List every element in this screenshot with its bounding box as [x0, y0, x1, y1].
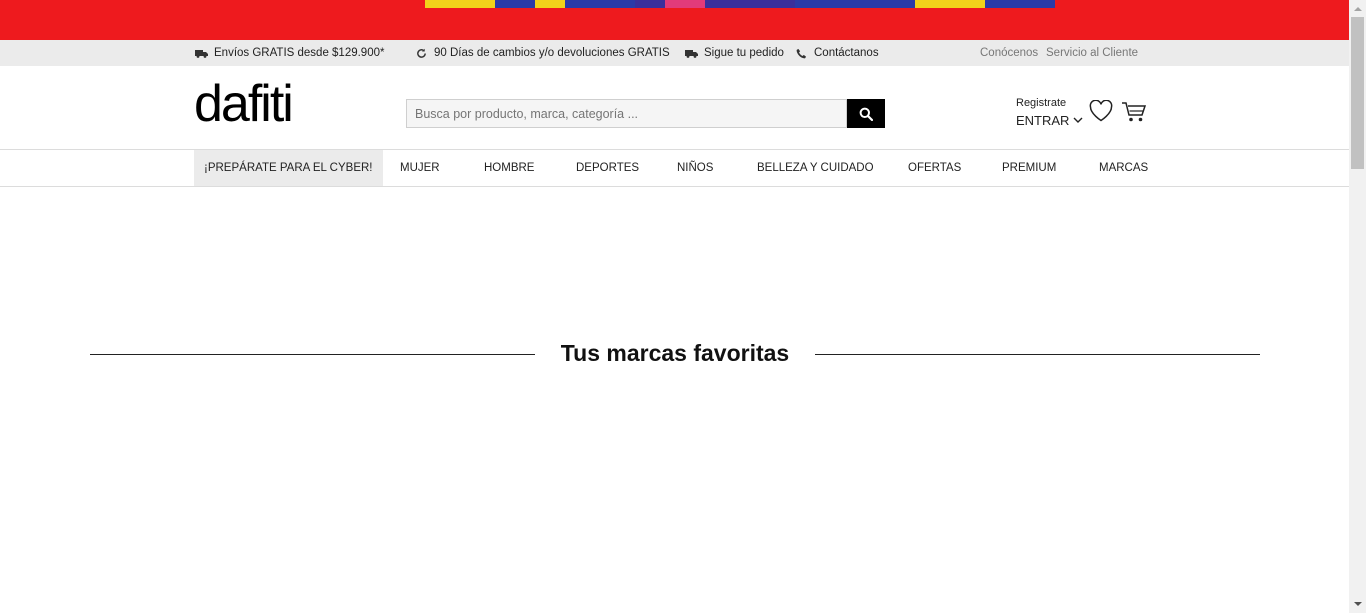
promo-banner-image[interactable]	[195, 0, 1155, 8]
returns-info[interactable]: 90 Días de cambios y/o devoluciones GRAT…	[414, 40, 670, 66]
category-nav: ¡PREPÁRATE PARA EL CYBER! MUJER HOMBRE D…	[0, 149, 1349, 187]
account-menu: Registrate ENTRAR	[1016, 97, 1083, 128]
search-bar	[406, 99, 885, 128]
nav-item-deportes[interactable]: DEPORTES	[576, 150, 639, 186]
phone-icon	[794, 47, 808, 59]
scrollbar-thumb[interactable]	[1351, 17, 1364, 169]
promo-banner[interactable]	[0, 0, 1349, 40]
nav-item-belleza[interactable]: BELLEZA Y CUIDADO	[757, 150, 874, 186]
track-order-link[interactable]: Sigue tu pedido	[684, 40, 784, 66]
cart-icon[interactable]	[1121, 101, 1147, 123]
free-shipping-info[interactable]: Envíos GRATIS desde $129.900*	[194, 40, 384, 66]
about-link[interactable]: Conócenos	[980, 40, 1038, 66]
contact-label: Contáctanos	[814, 47, 879, 59]
nav-item-mujer[interactable]: MUJER	[400, 150, 440, 186]
truck-icon	[684, 47, 698, 59]
chevron-down-icon	[1073, 117, 1083, 123]
nav-item-cyber[interactable]: ¡PREPÁRATE PARA EL CYBER!	[194, 150, 383, 186]
dafiti-logo[interactable]: dafiti	[194, 78, 294, 130]
nav-item-marcas[interactable]: MARCAS	[1099, 150, 1148, 186]
scroll-down-arrow-icon[interactable]	[1349, 596, 1366, 613]
search-input[interactable]	[406, 99, 847, 128]
scroll-up-arrow-icon[interactable]	[1349, 0, 1366, 17]
wishlist-heart-icon[interactable]	[1089, 99, 1113, 122]
section-title-text: Tus marcas favoritas	[539, 340, 811, 366]
nav-item-premium[interactable]: PREMIUM	[1002, 150, 1056, 186]
favorite-brands-section: Tus marcas favoritas	[90, 336, 1260, 372]
section-title: Tus marcas favoritas	[90, 340, 1260, 367]
top-info-bar: Envíos GRATIS desde $129.900* 90 Días de…	[0, 40, 1349, 66]
nav-item-ofertas[interactable]: OFERTAS	[908, 150, 961, 186]
track-order-label: Sigue tu pedido	[704, 47, 784, 59]
login-label: ENTRAR	[1016, 113, 1070, 128]
page: Envíos GRATIS desde $129.900* 90 Días de…	[0, 0, 1349, 613]
nav-item-ninos[interactable]: NIÑOS	[677, 150, 713, 186]
free-shipping-label: Envíos GRATIS desde $129.900*	[214, 47, 385, 59]
contact-link[interactable]: Contáctanos	[794, 40, 879, 66]
nav-item-hombre[interactable]: HOMBRE	[484, 150, 534, 186]
register-link[interactable]: Registrate	[1016, 97, 1083, 110]
page-scrollbar[interactable]	[1349, 0, 1366, 613]
header: dafiti Registrate ENTRAR	[0, 66, 1349, 149]
returns-label: 90 Días de cambios y/o devoluciones GRAT…	[434, 47, 670, 59]
search-button[interactable]	[847, 99, 885, 128]
search-icon	[859, 107, 873, 121]
customer-service-link[interactable]: Servicio al Cliente	[1046, 40, 1138, 66]
login-dropdown[interactable]: ENTRAR	[1016, 113, 1083, 128]
refresh-icon	[414, 47, 428, 59]
truck-icon	[194, 47, 208, 59]
